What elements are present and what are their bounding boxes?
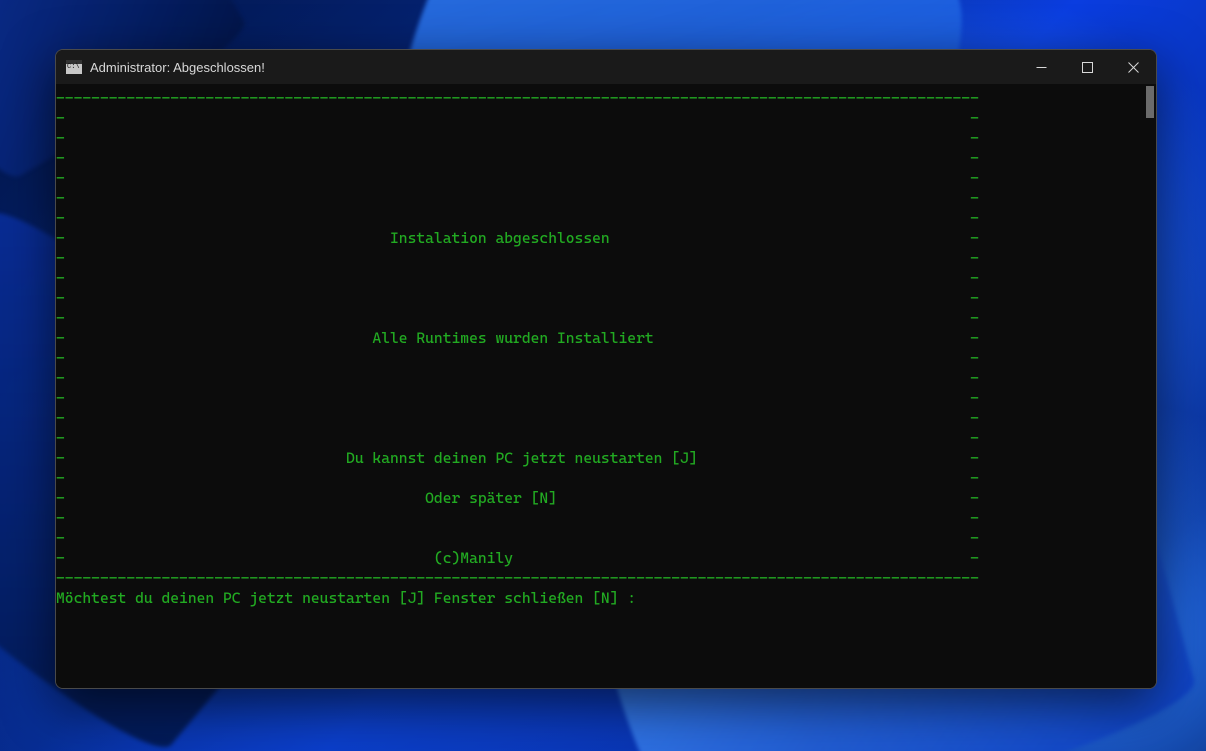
cmd-icon [66,60,82,74]
titlebar[interactable]: Administrator: Abgeschlossen! [56,50,1156,84]
window-title: Administrator: Abgeschlossen! [90,60,265,75]
window-controls [1018,50,1156,84]
command-prompt-window: Administrator: Abgeschlossen! ----------… [55,49,1157,689]
terminal-output: ----------------------------------------… [56,84,1156,608]
close-button[interactable] [1110,50,1156,84]
desktop-wallpaper: Administrator: Abgeschlossen! ----------… [0,0,1206,751]
maximize-button[interactable] [1064,50,1110,84]
terminal-viewport[interactable]: ----------------------------------------… [56,84,1156,688]
scrollbar-track[interactable] [1142,84,1156,688]
scrollbar-thumb[interactable] [1146,86,1154,118]
minimize-button[interactable] [1018,50,1064,84]
